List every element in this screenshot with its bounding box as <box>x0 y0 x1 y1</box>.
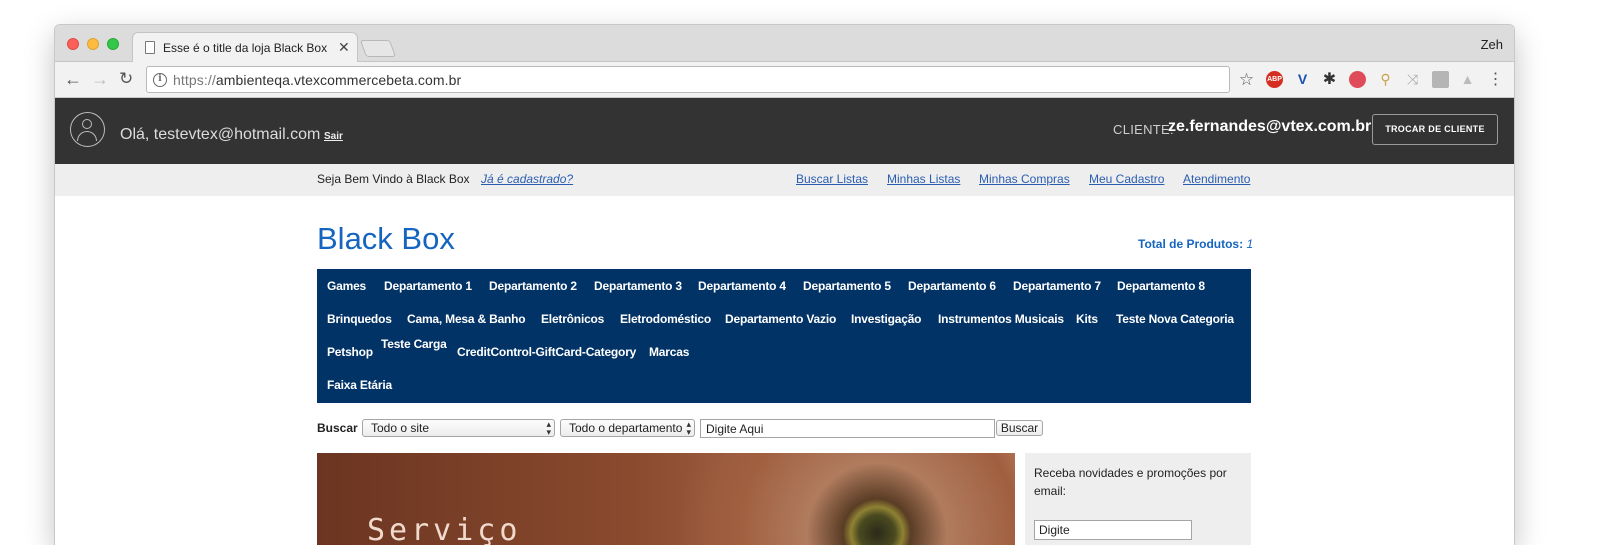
category-item[interactable]: Departamento 3 <box>594 279 682 293</box>
category-item[interactable]: CreditControl-GiftCard-Category <box>457 345 636 359</box>
select-arrows-icon: ▴ ▾ <box>546 419 551 437</box>
registered-link[interactable]: Já é cadastrado? <box>481 172 573 186</box>
link-minhas-compras[interactable]: Minhas Compras <box>979 172 1070 186</box>
link-atendimento[interactable]: Atendimento <box>1183 172 1250 186</box>
category-item[interactable]: Departamento 1 <box>384 279 472 293</box>
category-item[interactable]: Teste Carga <box>381 337 447 351</box>
category-item[interactable]: Departamento 7 <box>1013 279 1101 293</box>
category-item[interactable]: Investigação <box>851 312 922 326</box>
switch-client-button[interactable]: TROCAR DE CLIENTE <box>1372 114 1498 145</box>
link-buscar-listas[interactable]: Buscar Listas <box>796 172 868 186</box>
select-arrows-icon: ▴ ▾ <box>686 419 691 437</box>
hero-banner[interactable]: Serviço <box>317 453 1015 545</box>
reload-icon[interactable]: ↻ <box>119 69 133 89</box>
notification-icon[interactable] <box>1349 71 1366 88</box>
category-item[interactable]: Departamento Vazio <box>725 312 836 326</box>
search-button[interactable]: Buscar <box>996 420 1043 436</box>
category-item[interactable]: Faixa Etária <box>327 378 392 392</box>
address-bar[interactable]: i https://ambienteqa.vtexcommercebeta.co… <box>146 66 1230 93</box>
gear-icon[interactable]: ✱ <box>1321 71 1338 88</box>
total-products: Total de Produtos: 1 <box>1138 237 1254 251</box>
category-menu: Games Departamento 1 Departamento 2 Depa… <box>317 269 1251 403</box>
search-input[interactable]: Digite Aqui <box>700 419 995 438</box>
category-item[interactable]: Marcas <box>649 345 689 359</box>
category-item[interactable]: Eletrônicos <box>541 312 604 326</box>
browser-toolbar: ← → ↻ i https://ambienteqa.vtexcommerceb… <box>55 62 1514 98</box>
close-icon[interactable]: ✕ <box>338 39 350 56</box>
gif-icon[interactable] <box>1432 71 1449 88</box>
client-email: ze.fernandes@vtex.com.br <box>1168 118 1372 135</box>
welcome-text: Seja Bem Vindo à Black Box <box>317 172 470 186</box>
tab-title: Esse é o title da loja Black Box <box>163 41 328 55</box>
newsletter-box: Receba novidades e promoções por email: … <box>1025 453 1251 545</box>
vtex-icon[interactable]: V <box>1294 71 1311 88</box>
category-item[interactable]: Petshop <box>327 345 373 359</box>
newsletter-email-input[interactable]: Digite <box>1034 520 1192 540</box>
category-item[interactable]: Departamento 8 <box>1117 279 1205 293</box>
category-item[interactable]: Cama, Mesa & Banho <box>407 312 526 326</box>
close-window-button[interactable] <box>67 38 79 50</box>
category-item[interactable]: Departamento 6 <box>908 279 996 293</box>
links-bar: Seja Bem Vindo à Black Box Já é cadastra… <box>55 164 1514 196</box>
url-text[interactable]: https://ambienteqa.vtexcommercebeta.com.… <box>173 72 461 88</box>
category-item[interactable]: Games <box>327 279 366 293</box>
link-minhas-listas[interactable]: Minhas Listas <box>887 172 960 186</box>
search-row: Buscar Todo o site ▴ ▾ Todo o departament… <box>317 418 1251 438</box>
category-item[interactable]: Departamento 4 <box>698 279 786 293</box>
site-header: Olá, testevtex@hotmail.com Sair CLIENTE:… <box>55 98 1514 164</box>
browser-window: Esse é o title da loja Black Box ✕ Zeh ←… <box>55 25 1514 545</box>
info-icon[interactable]: i <box>153 73 167 87</box>
maximize-window-button[interactable] <box>107 38 119 50</box>
newsletter-text: Receba novidades e promoções por email: <box>1034 466 1227 498</box>
shuffle-icon[interactable]: ⤨ <box>1404 71 1421 88</box>
browser-tab[interactable]: Esse é o title da loja Black Box ✕ <box>132 32 358 63</box>
adblock-plus-icon[interactable]: ABP <box>1266 71 1283 88</box>
tag-icon[interactable]: ⚲ <box>1377 71 1394 88</box>
menu-icon[interactable]: ⋮ <box>1487 71 1504 88</box>
new-tab-button[interactable] <box>359 40 397 57</box>
category-item[interactable]: Kits <box>1076 312 1098 326</box>
search-label: Buscar <box>317 421 358 435</box>
category-item[interactable]: Teste Nova Categoria <box>1116 312 1234 326</box>
minimize-window-button[interactable] <box>87 38 99 50</box>
department-select[interactable]: Todo o departamento ▴ ▾ <box>560 419 695 437</box>
link-meu-cadastro[interactable]: Meu Cadastro <box>1089 172 1164 186</box>
category-item[interactable]: Brinquedos <box>327 312 392 326</box>
category-item[interactable]: Departamento 5 <box>803 279 891 293</box>
logout-link[interactable]: Sair <box>324 131 343 142</box>
category-item[interactable]: Departamento 2 <box>489 279 577 293</box>
category-item[interactable]: Instrumentos Musicais <box>938 312 1064 326</box>
user-greeting: Olá, testevtex@hotmail.com <box>120 126 321 143</box>
star-icon[interactable]: ☆ <box>1238 71 1255 88</box>
scope-select[interactable]: Todo o site ▴ ▾ <box>362 419 555 437</box>
forward-arrow-icon[interactable]: → <box>91 69 109 90</box>
user-avatar-icon <box>70 112 105 147</box>
profile-name[interactable]: Zeh <box>1481 37 1503 52</box>
back-arrow-icon[interactable]: ← <box>64 69 82 90</box>
client-label: CLIENTE: <box>1113 122 1174 137</box>
tab-strip: Esse é o title da loja Black Box ✕ Zeh <box>55 25 1514 63</box>
store-logo[interactable]: Black Box <box>317 221 455 257</box>
document-icon <box>145 41 155 54</box>
drive-icon[interactable]: ▲ <box>1459 71 1476 88</box>
category-item[interactable]: Eletrodoméstico <box>620 312 711 326</box>
banner-text: Serviço <box>367 513 522 545</box>
